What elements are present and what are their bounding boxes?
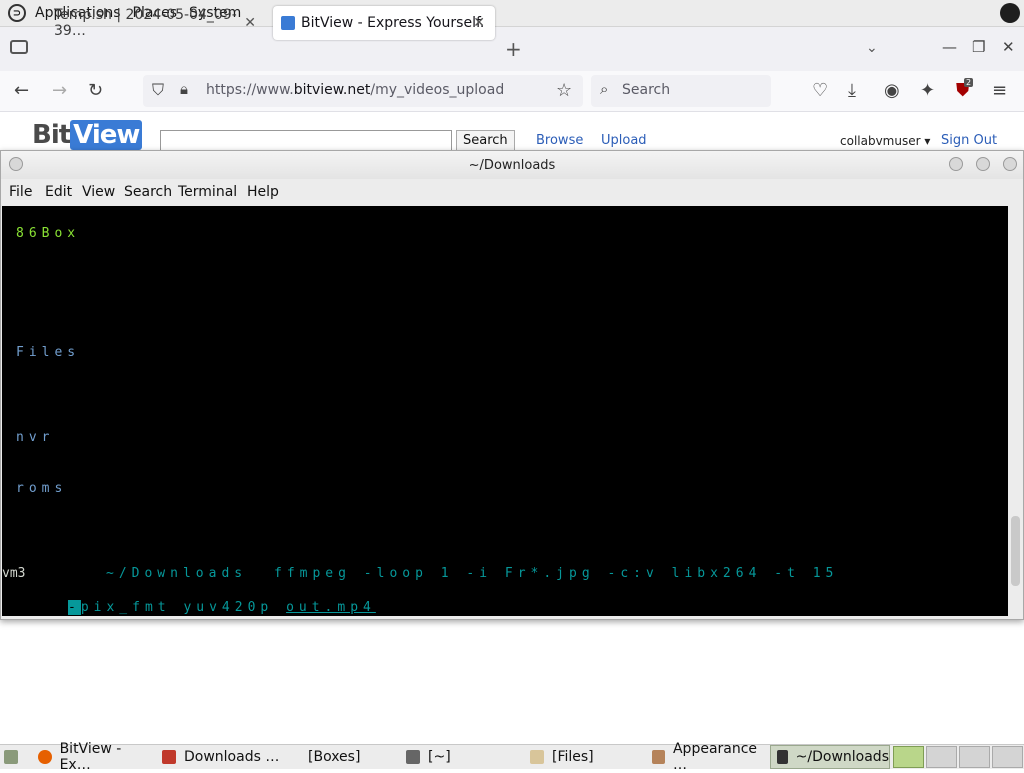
bitview-logo[interactable]: Bit View <box>32 120 143 150</box>
restore-icon[interactable]: ❐ <box>972 38 985 56</box>
dir-entry-86box: 86Box <box>16 226 81 241</box>
dir-entry-files: Files <box>16 345 81 360</box>
task-label: [~] <box>428 749 451 765</box>
close-window-icon[interactable]: ✕ <box>1002 38 1015 56</box>
terminal-icon <box>777 750 788 764</box>
tab-label: BitView - Express Yourself. <box>301 15 485 31</box>
tab-list-icon[interactable] <box>10 40 28 54</box>
bitview-favicon-icon <box>281 16 295 30</box>
task-boxes[interactable]: [Boxes] <box>302 745 398 769</box>
menu-help[interactable]: Help <box>247 184 279 200</box>
back-arrow-icon[interactable]: ← <box>14 80 29 101</box>
workspace-2[interactable] <box>926 746 957 768</box>
taskbar: BitView - Ex… Downloads … [Boxes] [~] [F… <box>0 741 1024 773</box>
menu-view[interactable]: View <box>82 184 115 200</box>
task-label: [Files] <box>552 749 594 765</box>
terminal-scrollbar[interactable] <box>1009 206 1022 616</box>
terminal-title: ~/Downloads <box>468 158 556 173</box>
close-icon[interactable]: ✕ <box>473 15 485 31</box>
firefox-icon <box>38 750 52 764</box>
tab-temp-sh[interactable]: Temp.sh | 2024-05-04_09-39… ✕ <box>44 6 266 40</box>
menu-terminal[interactable]: Terminal <box>178 184 237 200</box>
terminal-screen[interactable]: 86Box Files nvr roms vm3 ~/Downloads ffm… <box>2 206 1008 616</box>
command-line-1: ffmpeg -loop 1 -i Fr*.jpg -c:v libx264 -… <box>274 566 839 581</box>
download-icon[interactable]: ⤓ <box>848 80 856 101</box>
show-desktop-icon <box>4 750 18 764</box>
close-icon[interactable] <box>1003 157 1017 171</box>
task-label: BitView - Ex… <box>59 741 122 773</box>
workspace-4[interactable] <box>992 746 1023 768</box>
terminal-cursor: - <box>68 600 81 615</box>
task-label: ~/Downloads <box>795 749 889 765</box>
dir-entry-nvr: nvr <box>16 430 55 445</box>
task-label: Downloads … <box>184 749 280 765</box>
command-line-2: -pix_fmt yuv420p out.mp4 <box>68 600 376 615</box>
task-label: Appearance … <box>672 741 758 773</box>
task-appearance[interactable]: Appearance … <box>646 741 768 773</box>
scrollbar-thumb[interactable] <box>1011 516 1020 586</box>
hamburger-menu-icon[interactable]: ≡ <box>992 80 1007 101</box>
terminal-menubar: File Edit View Search Terminal Help <box>1 179 1023 205</box>
account-icon[interactable]: ◉ <box>884 80 900 101</box>
terminal-icon <box>406 750 420 764</box>
prompt-path: ~/Downloads <box>106 566 248 581</box>
dir-entry-roms: roms <box>16 481 68 496</box>
menu-file[interactable]: File <box>9 184 32 200</box>
prompt-host: vm3 <box>2 566 26 581</box>
maximize-icon[interactable] <box>976 157 990 171</box>
user-menu[interactable]: collabvmuser ▾ <box>840 134 930 148</box>
reload-icon[interactable]: ↻ <box>88 80 103 101</box>
browse-link[interactable]: Browse <box>536 133 583 148</box>
show-desktop-button[interactable] <box>0 745 26 769</box>
command-args: pix_fmt yuv420p <box>80 600 287 615</box>
workspace-1[interactable] <box>893 746 924 768</box>
site-search-input[interactable] <box>160 130 452 152</box>
appearance-icon <box>652 750 665 764</box>
pocket-icon[interactable]: ♡ <box>812 80 828 101</box>
forward-arrow-icon[interactable]: → <box>52 80 67 101</box>
task-downloads[interactable]: Downloads … <box>156 745 296 769</box>
task-terminal-downloads[interactable]: ~/Downloads <box>770 745 890 769</box>
task-label: [Boxes] <box>308 749 361 765</box>
gnome-foot-icon[interactable]: ⊃ <box>8 4 26 22</box>
menu-edit[interactable]: Edit <box>45 184 72 200</box>
minimize-icon[interactable]: — <box>942 38 957 56</box>
workspace-3[interactable] <box>959 746 990 768</box>
folder-icon <box>530 750 544 764</box>
terminal-window: ~/Downloads File Edit View Search Termin… <box>0 150 1024 620</box>
close-icon[interactable]: ✕ <box>244 15 256 31</box>
lock-icon[interactable]: 🔒︎ <box>180 80 188 98</box>
task-files[interactable]: [Files] <box>524 745 644 769</box>
search-icon: ⌕ <box>600 80 609 98</box>
site-search-button[interactable]: Search <box>456 130 515 152</box>
task-firefox[interactable]: BitView - Ex… <box>32 741 154 773</box>
obs-icon[interactable] <box>1000 3 1020 23</box>
search-input[interactable]: Search <box>622 82 670 98</box>
tab-label: Temp.sh | 2024-05-04_09-39… <box>54 7 237 39</box>
bookmark-star-icon[interactable]: ☆ <box>556 80 572 101</box>
chevron-down-icon[interactable]: ⌄ <box>866 40 878 56</box>
upload-link[interactable]: Upload <box>601 133 647 148</box>
file-manager-icon <box>162 750 176 764</box>
menu-search[interactable]: Search <box>124 184 172 200</box>
search-bar[interactable] <box>591 75 771 107</box>
tab-bitview[interactable]: BitView - Express Yourself. ✕ <box>273 6 495 40</box>
task-terminal-home[interactable]: [~] <box>400 745 520 769</box>
sign-out-link[interactable]: Sign Out <box>941 133 997 148</box>
extensions-icon[interactable]: ✦ <box>920 80 935 101</box>
command-output-file: out.mp4 <box>286 600 376 615</box>
minimize-icon[interactable] <box>949 157 963 171</box>
url-text[interactable]: https://www.bitview.net/my_videos_upload <box>206 82 504 98</box>
shield-icon[interactable]: ⛉ <box>152 80 164 100</box>
new-tab-button[interactable]: + <box>505 37 522 61</box>
extension-badge: 2 <box>964 78 974 87</box>
